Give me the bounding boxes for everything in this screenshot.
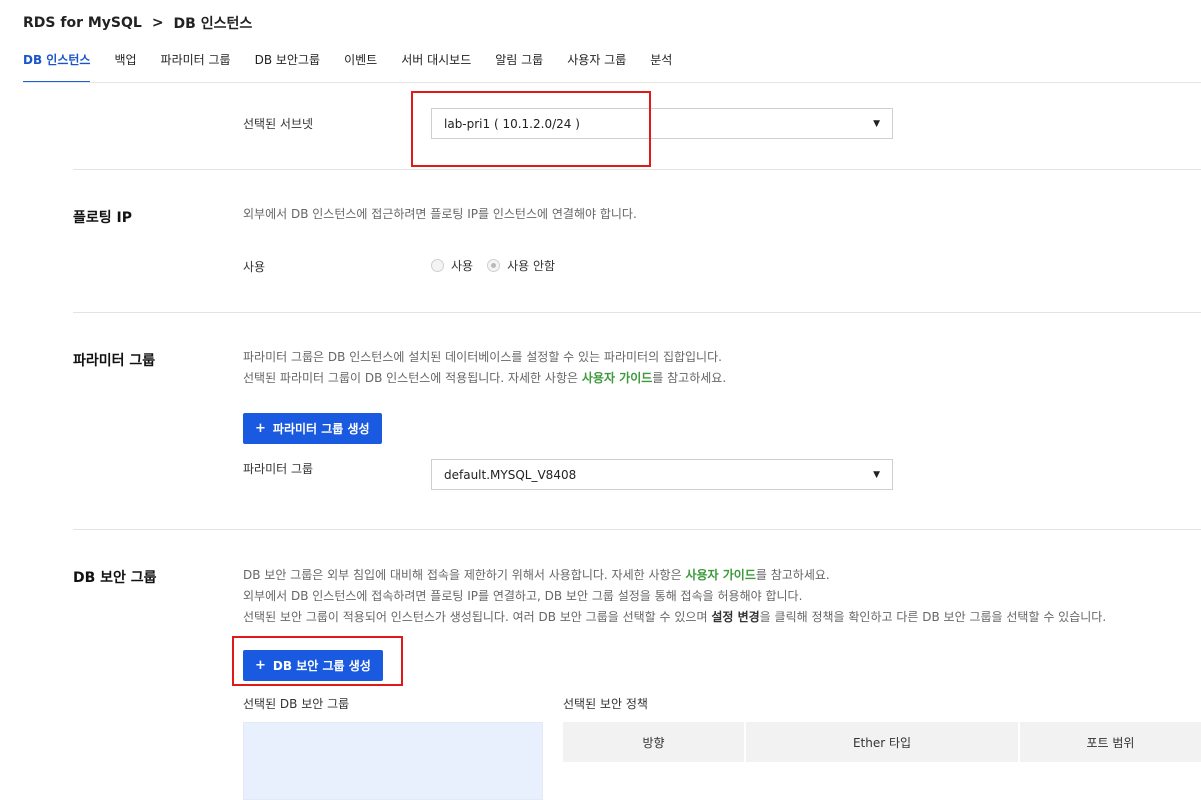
tab-db-security-group[interactable]: DB 보안그룹	[243, 52, 332, 83]
tab-user-group[interactable]: 사용자 그룹	[555, 52, 638, 83]
floating-ip-radio-use[interactable]: 사용	[431, 257, 473, 274]
plus-icon: +	[255, 658, 266, 673]
selected-security-group-list[interactable]	[243, 722, 543, 800]
tab-analysis[interactable]: 분석	[638, 52, 684, 83]
tab-server-dashboard[interactable]: 서버 대시보드	[389, 52, 483, 83]
security-policy-table-header: 방향 Ether 타입 포트 범위	[563, 722, 1201, 762]
user-guide-link[interactable]: 사용자 가이드	[685, 568, 755, 582]
desc-text: 을 클릭해 정책을 확인하고 다른 DB 보안 그룹을 선택할 수 있습니다.	[759, 610, 1107, 624]
breadcrumb-current: DB 인스턴스	[173, 16, 253, 32]
column-header-port-range: 포트 범위	[1086, 735, 1135, 750]
create-parameter-group-button[interactable]: + 파라미터 그룹 생성	[243, 413, 382, 444]
section-divider	[73, 312, 1201, 313]
parameter-group-desc-line2: 선택된 파라미터 그룹이 DB 인스턴스에 적용됩니다. 자세한 사항은 사용자…	[243, 368, 726, 389]
radio-label: 사용	[451, 259, 474, 273]
tab-notification-group[interactable]: 알림 그룹	[483, 52, 555, 83]
subnet-select-value: lab-pri1 ( 10.1.2.0/24 )	[444, 116, 580, 131]
section-divider	[73, 529, 1201, 530]
floating-ip-radio-group: 사용 사용 안함	[431, 257, 569, 274]
desc-text: 선택된 파라미터 그룹이 DB 인스턴스에 적용됩니다. 자세한 사항은	[243, 371, 582, 385]
parameter-group-description: 파라미터 그룹은 DB 인스턴스에 설치된 데이터베이스를 설정할 수 있는 파…	[243, 347, 726, 389]
section-divider	[73, 169, 1201, 170]
floating-ip-radio-no-use[interactable]: 사용 안함	[487, 257, 555, 274]
security-group-description: DB 보안 그룹은 외부 침입에 대비해 접속을 제한하기 위해서 사용합니다.…	[243, 565, 1106, 628]
radio-checked-icon	[487, 259, 501, 272]
desc-text: DB 보안 그룹은 외부 침입에 대비해 접속을 제한하기 위해서 사용합니다.…	[243, 568, 686, 582]
caret-down-icon: ▼	[873, 118, 880, 129]
tabs-divider	[23, 82, 1201, 83]
floating-ip-description: 외부에서 DB 인스턴스에 접근하려면 플로팅 IP를 인스턴스에 연결해야 합…	[243, 207, 637, 221]
tab-bar: DB 인스턴스 백업 파라미터 그룹 DB 보안그룹 이벤트 서버 대시보드 알…	[0, 52, 684, 83]
parameter-group-select[interactable]: default.MYSQL_V8408 ▼	[431, 459, 893, 490]
parameter-group-desc-line1: 파라미터 그룹은 DB 인스턴스에 설치된 데이터베이스를 설정할 수 있는 파…	[243, 350, 722, 364]
selected-security-policy-label: 선택된 보안 정책	[563, 697, 648, 711]
tab-event[interactable]: 이벤트	[332, 52, 389, 83]
floating-ip-use-label: 사용	[243, 260, 266, 274]
radio-unchecked-icon	[431, 259, 444, 272]
settings-change-text: 설정 변경	[711, 610, 760, 624]
create-parameter-group-label: 파라미터 그룹 생성	[272, 422, 370, 436]
selected-security-group-label: 선택된 DB 보안 그룹	[243, 697, 350, 711]
caret-down-icon: ▼	[873, 469, 880, 480]
desc-text: 를 참고하세요.	[755, 568, 830, 582]
user-guide-link[interactable]: 사용자 가이드	[582, 371, 652, 385]
security-group-title: DB 보안 그룹	[73, 570, 157, 586]
subnet-label: 선택된 서브넷	[243, 117, 314, 131]
column-header-direction: 방향	[563, 722, 746, 762]
column-header-ether-type: Ether 타입	[746, 722, 1020, 762]
floating-ip-title: 플로팅 IP	[73, 210, 132, 226]
tab-db-instance[interactable]: DB 인스턴스	[23, 52, 91, 83]
parameter-group-title: 파라미터 그룹	[73, 353, 156, 369]
parameter-group-select-value: default.MYSQL_V8408	[444, 467, 577, 482]
desc-text: 를 참고하세요.	[652, 371, 727, 385]
plus-icon: +	[255, 421, 266, 436]
security-group-desc-line3: 선택된 보안 그룹이 적용되어 인스턴스가 생성됩니다. 여러 DB 보안 그룹…	[243, 607, 1106, 628]
breadcrumb: RDS for MySQL > DB 인스턴스	[23, 13, 252, 33]
tab-parameter-group[interactable]: 파라미터 그룹	[149, 52, 243, 83]
radio-label: 사용 안함	[507, 259, 556, 273]
security-group-desc-line2: 외부에서 DB 인스턴스에 접속하려면 플로팅 IP를 연결하고, DB 보안 …	[243, 589, 803, 603]
tab-backup[interactable]: 백업	[102, 52, 148, 83]
subnet-select[interactable]: lab-pri1 ( 10.1.2.0/24 ) ▼	[431, 108, 893, 139]
parameter-group-field-label: 파라미터 그룹	[243, 462, 314, 476]
security-group-desc-line1: DB 보안 그룹은 외부 침입에 대비해 접속을 제한하기 위해서 사용합니다.…	[243, 565, 1106, 586]
create-db-security-group-button[interactable]: + DB 보안 그룹 생성	[243, 650, 383, 681]
breadcrumb-root[interactable]: RDS for MySQL	[23, 15, 142, 31]
desc-text: 선택된 보안 그룹이 적용되어 인스턴스가 생성됩니다. 여러 DB 보안 그룹…	[243, 610, 712, 624]
create-db-security-group-label: DB 보안 그룹 생성	[272, 659, 371, 673]
breadcrumb-separator-icon: >	[151, 15, 164, 31]
